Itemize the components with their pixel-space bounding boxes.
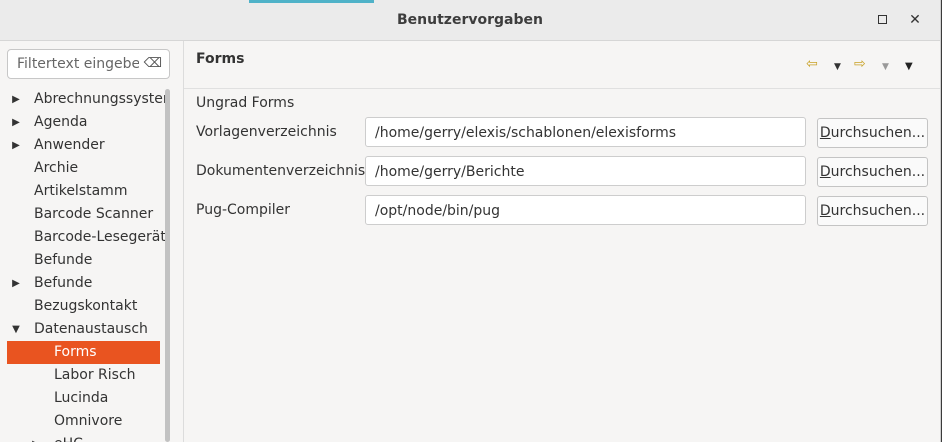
sidebar-item-omnivore[interactable]: Omnivore: [0, 410, 165, 433]
pug-compiler-field[interactable]: [365, 195, 806, 225]
tree-scrollbar[interactable]: [165, 89, 170, 442]
collapsed-arrow-icon[interactable]: ▶: [10, 134, 22, 157]
pug-compiler-input[interactable]: [375, 202, 795, 220]
sidebar-item-label: Befunde: [34, 252, 93, 268]
sidebar-item-befunde[interactable]: Befunde: [0, 249, 165, 272]
forward-arrow-icon[interactable]: ⇨: [854, 57, 866, 71]
browse-mnemonic: D: [819, 164, 831, 180]
browse-label: urchsuchen...: [830, 203, 926, 219]
templates-dir-field[interactable]: [365, 117, 806, 147]
sidebar-item-artikelstamm[interactable]: Artikelstamm: [0, 180, 165, 203]
sidebar-item-label: Bezugskontakt: [34, 298, 138, 314]
filter-box[interactable]: ⌫: [7, 49, 170, 79]
back-arrow-icon[interactable]: ⇦: [806, 57, 818, 71]
title-accent-strip: [249, 0, 374, 3]
browse-mnemonic: D: [819, 125, 831, 141]
close-icon[interactable]: ✕: [905, 10, 925, 30]
sidebar-item-label: Artikelstamm: [34, 183, 128, 199]
preferences-tree: ▶ Abrechnungssystem ▶ Agenda ▶ Anwender Archie…: [0, 88, 165, 442]
header-divider: [184, 88, 940, 89]
sidebar-item-label: Lucinda: [54, 390, 109, 406]
collapsed-arrow-icon[interactable]: ▶: [30, 433, 42, 442]
collapsed-arrow-icon[interactable]: ▶: [10, 272, 22, 295]
sidebar-item-label: Barcode-Lesegerät: [34, 229, 165, 245]
sidebar-item-ehc[interactable]: ▶ eHC: [0, 433, 165, 442]
preferences-window: Benutzervorgaben ✕ ⌫ ▶Abrechnungssystem▶…: [0, 0, 941, 442]
expanded-arrow-icon[interactable]: ▼: [10, 318, 22, 341]
sidebar-item-bezugskontakt[interactable]: Bezugskontakt: [0, 295, 165, 318]
sidebar-item-label: Agenda: [34, 114, 88, 130]
window-title: Benutzervorgaben: [397, 12, 543, 28]
back-dropdown-icon[interactable]: ▼: [834, 60, 841, 74]
documents-dir-input[interactable]: [375, 163, 795, 181]
forward-dropdown-icon[interactable]: ▼: [882, 60, 889, 74]
preferences-sidebar: ⌫ ▶ Abrechnungssystem ▶ Agenda ▶ Anwender Arch…: [0, 41, 183, 442]
preference-page: Forms ⇦ ▼ ⇨ ▼ ▼ Ungrad Forms Vorlagenver…: [184, 41, 940, 442]
sidebar-item-label: Labor Risch: [54, 367, 136, 383]
page-title: Forms: [196, 51, 245, 67]
documents-dir-field[interactable]: [365, 156, 806, 186]
pug-compiler-label: Pug-Compiler: [196, 202, 291, 218]
title-bar[interactable]: Benutzervorgaben ✕: [0, 0, 940, 41]
sidebar-item-label: Forms: [54, 344, 97, 360]
collapsed-arrow-icon[interactable]: ▶: [10, 111, 22, 134]
sidebar-item-datenaustausch[interactable]: ▼ Datenaustausch: [0, 318, 165, 341]
sidebar-item-abrechnungssystem[interactable]: ▶ Abrechnungssystem: [0, 88, 165, 111]
section-label: Ungrad Forms: [196, 95, 295, 111]
sidebar-item-agenda[interactable]: ▶ Agenda: [0, 111, 165, 134]
templates-dir-browse-button[interactable]: Durchsuchen...: [817, 118, 928, 148]
sidebar-item-label: Archie: [34, 160, 79, 176]
sidebar-item-label: Barcode Scanner: [34, 206, 154, 222]
documents-dir-label: Dokumentenverzeichnis: [196, 163, 366, 179]
pug-compiler-browse-button[interactable]: Durchsuchen...: [817, 196, 928, 226]
sidebar-item-label: Abrechnungssystem: [34, 91, 165, 107]
sidebar-item-barcode-lesegerät[interactable]: Barcode-Lesegerät: [0, 226, 165, 249]
sidebar-item-forms[interactable]: Forms: [7, 341, 160, 364]
sidebar-item-label: Omnivore: [54, 413, 123, 429]
browse-label: urchsuchen...: [830, 125, 926, 141]
sidebar-item-barcode-scanner[interactable]: Barcode Scanner: [0, 203, 165, 226]
maximize-icon[interactable]: [872, 10, 892, 30]
templates-dir-label: Vorlagenverzeichnis: [196, 124, 337, 140]
collapsed-arrow-icon[interactable]: ▶: [10, 88, 22, 111]
sidebar-item-labor-risch[interactable]: Labor Risch: [0, 364, 165, 387]
sidebar-item-label: Anwender: [34, 137, 105, 153]
sidebar-item-label: Befunde: [34, 275, 93, 291]
clear-filter-icon[interactable]: ⌫: [144, 56, 162, 71]
sidebar-item-befunde[interactable]: ▶ Befunde: [0, 272, 165, 295]
sidebar-item-label: Datenaustausch: [34, 321, 148, 337]
browse-mnemonic: D: [819, 203, 831, 219]
templates-dir-input[interactable]: [375, 124, 795, 142]
sidebar-item-anwender[interactable]: ▶ Anwender: [0, 134, 165, 157]
browse-label: urchsuchen...: [830, 164, 926, 180]
sidebar-item-label: eHC: [54, 433, 83, 442]
sidebar-item-lucinda[interactable]: Lucinda: [0, 387, 165, 410]
documents-dir-browse-button[interactable]: Durchsuchen...: [817, 157, 928, 187]
view-menu-icon[interactable]: ▼: [905, 60, 913, 74]
filter-input[interactable]: [17, 55, 139, 73]
sidebar-item-archie[interactable]: Archie: [0, 157, 165, 180]
